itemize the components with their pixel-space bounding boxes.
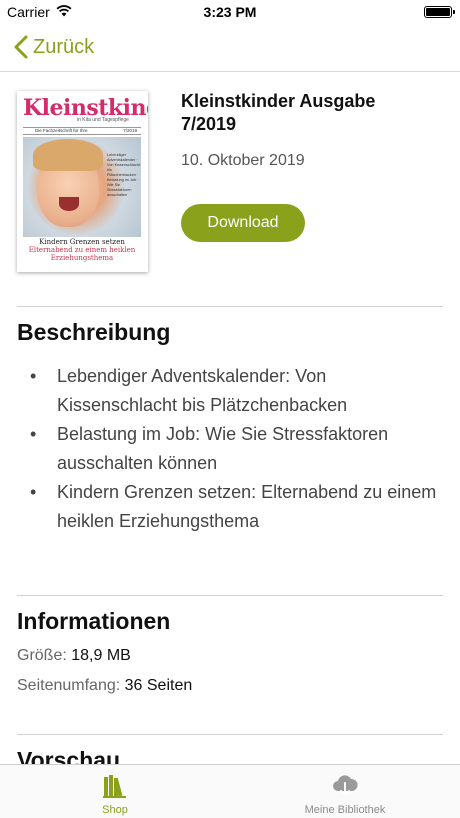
child-mouth [59, 197, 79, 211]
divider [17, 734, 443, 735]
cover-bar: Die Fachzeitschrift für Ihre 7/2019 [23, 127, 141, 135]
description-item: Kindern Grenzen setzen: Elternabend zu e… [30, 478, 440, 536]
size-label: Größe: [17, 647, 67, 664]
back-button[interactable]: Zurück [12, 34, 94, 60]
divider [17, 306, 443, 307]
cover-bar-text: Die Fachzeitschrift für Ihre [35, 128, 88, 133]
issue-cover-image: Kleinstkinder in Kita und Tagespflege Di… [17, 91, 148, 272]
status-time: 3:23 PM [203, 4, 257, 20]
issue-date: 10. Oktober 2019 [181, 152, 305, 169]
issue-title: Kleinstkinder Ausgabe 7/2019 [181, 91, 376, 134]
status-bar: Carrier 3:23 PM [0, 0, 460, 24]
size-value: 18,9 MB [71, 647, 131, 664]
tab-bar: Shop Meine Bibliothek [0, 764, 460, 818]
chevron-left-icon [14, 35, 28, 59]
info-pages-row: Seitenumfang: 36 Seiten [17, 677, 192, 695]
battery-icon [424, 6, 455, 18]
info-size-row: Größe: 18,9 MB [17, 647, 131, 665]
tab-label: Meine Bibliothek [304, 804, 386, 816]
pages-value: 36 Seiten [124, 677, 193, 694]
cover-issue-number: 7/2019 [123, 128, 137, 133]
tab-label: Shop [102, 804, 128, 816]
divider [17, 595, 443, 596]
books-icon [103, 775, 126, 798]
cloud-download-icon [333, 775, 358, 796]
back-label: Zurück [33, 35, 95, 58]
cover-side-text: Lebendiger Adventskalender · Von Kissens… [107, 153, 140, 197]
issue-detail-content: Kleinstkinder in Kita und Tagespflege Di… [0, 72, 460, 764]
description-item: Belastung im Job: Wie Sie Stressfaktoren… [30, 420, 440, 478]
cover-subline: in Kita und Tagespflege [77, 117, 129, 123]
description-list: Lebendiger Adventskalender: Von Kissensc… [30, 362, 440, 536]
pages-label: Seitenumfang: [17, 677, 121, 694]
cover-photo: Lebendiger Adventskalender · Von Kissens… [23, 137, 141, 237]
navigation-bar: Zurück [0, 24, 460, 72]
child-hair [33, 139, 103, 171]
tab-my-library[interactable]: Meine Bibliothek [230, 765, 460, 818]
cover-headline-block: Kindern Grenzen setzen Elternabend zu ei… [23, 238, 141, 264]
tab-shop[interactable]: Shop [0, 765, 230, 818]
cover-headline-sub: Elternabend zu einem heiklen Erziehungst… [28, 246, 136, 262]
preview-heading: Vorschau [17, 747, 121, 764]
cover-headline: Kindern Grenzen setzen [39, 238, 125, 246]
description-item: Lebendiger Adventskalender: Von Kissensc… [30, 362, 440, 420]
information-heading: Informationen [17, 608, 171, 634]
download-button[interactable]: Download [181, 204, 305, 242]
description-heading: Beschreibung [17, 319, 171, 345]
